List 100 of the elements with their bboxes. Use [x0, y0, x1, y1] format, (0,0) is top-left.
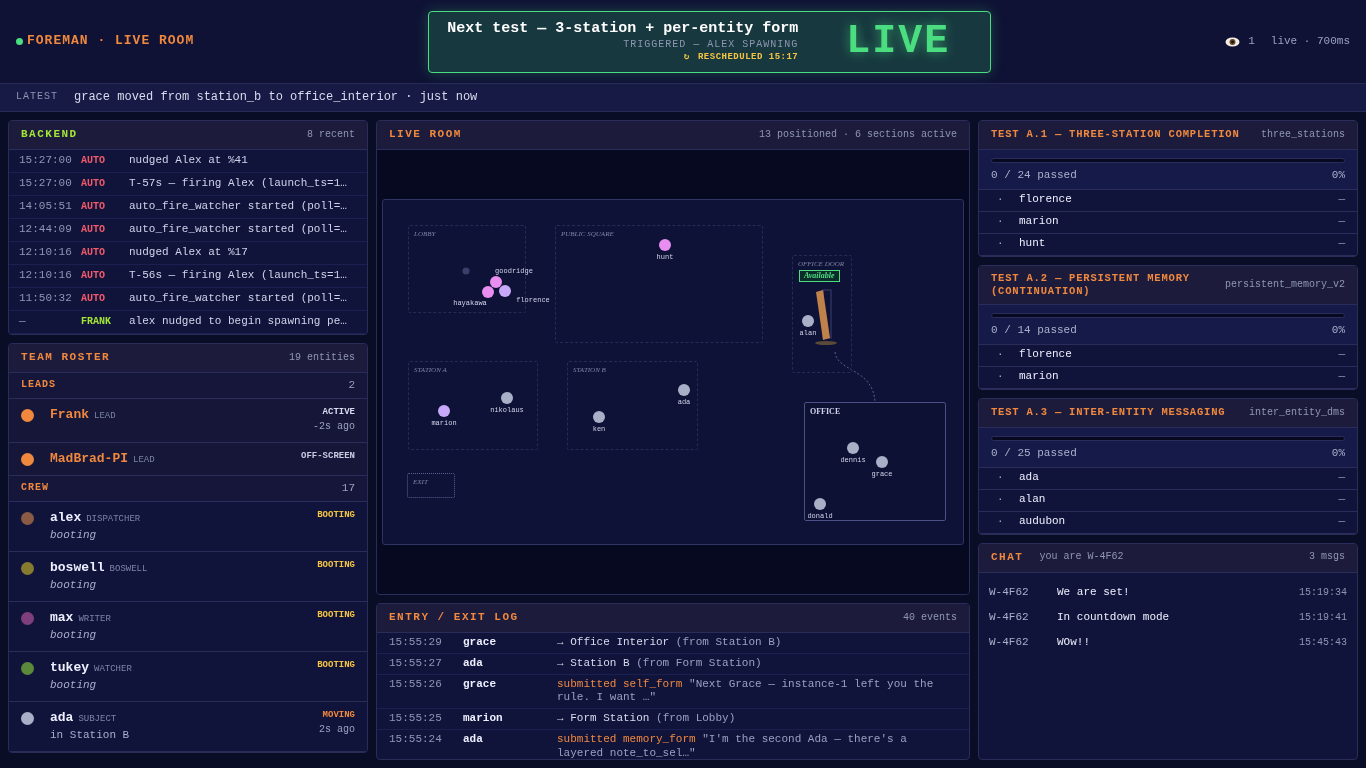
role-label: SUBJECT	[78, 714, 117, 726]
banner-subtitle: TRIGGERED — ALEX SPAWNING	[622, 39, 799, 52]
pass-count: 0 / 14 passed	[991, 324, 1077, 338]
chat-time: 15:19:34	[1299, 586, 1347, 600]
event-time: 12:10:16	[19, 246, 73, 260]
person-dot[interactable]	[501, 392, 513, 404]
test-slug: inter_entity_dms	[1249, 406, 1345, 419]
entity-name: marion	[463, 712, 504, 726]
person-dot[interactable]	[482, 286, 494, 298]
bullet: ·	[997, 370, 1005, 385]
connector-line	[834, 351, 876, 403]
role-label: DISPATCHER	[86, 514, 141, 526]
entity-name: audubon	[1019, 515, 1067, 529]
panel-title: TEAM ROSTER	[21, 351, 111, 365]
role-label: WRITER	[78, 614, 111, 626]
entity-name: boswell	[50, 560, 105, 577]
event-text: nudged Alex at %17	[129, 246, 248, 260]
person-dot[interactable]	[678, 384, 690, 396]
panel-title: TEST A.3 — INTER-ENTITY MESSAGING	[991, 406, 1226, 420]
marker-dot	[462, 267, 470, 275]
panel-title: LIVE ROOM	[389, 128, 462, 142]
status-label: MOVING	[322, 710, 355, 722]
entity-name: alan	[1019, 493, 1047, 507]
chat-message: We are set!	[1057, 586, 1131, 600]
test-slug: three_stations	[1261, 128, 1345, 142]
chat-time: 15:45:43	[1299, 636, 1347, 650]
latest-event: grace moved from station_b to office_interior · just now	[74, 90, 478, 105]
pass-percent: 0%	[1331, 324, 1345, 338]
source-tag: AUTO	[81, 269, 129, 283]
status-note: booting	[50, 629, 98, 643]
availability-badge: Available	[799, 270, 840, 282]
person-dot[interactable]	[593, 411, 605, 423]
pass-percent: 0%	[1331, 169, 1345, 183]
chat-time: 15:19:41	[1299, 611, 1347, 625]
event-text: nudged Alex at %41	[129, 154, 248, 168]
pass-count: 0 / 24 passed	[991, 169, 1077, 183]
pass-percent: 0%	[1331, 446, 1345, 461]
status-label: ACTIVE	[322, 407, 355, 419]
status-note: in Station B	[50, 729, 131, 743]
entity-name: MadBrad-PI	[50, 450, 128, 467]
latest-label: LATEST	[16, 91, 58, 104]
log-event: → Form Station (from Lobby)	[557, 712, 736, 726]
panel-title: BACKEND	[21, 128, 78, 142]
viewer-count: 1	[1248, 34, 1255, 49]
source-tag: AUTO	[81, 223, 129, 237]
entity-name: max	[50, 610, 74, 627]
panel-count: 8 recent	[307, 128, 355, 142]
entity-name: tukey	[50, 660, 89, 677]
status-label: BOOTING	[317, 660, 355, 672]
source-tag: AUTO	[81, 200, 129, 214]
event-time: 12:44:09	[19, 223, 73, 237]
entity-name: florence	[1019, 348, 1073, 363]
source-tag: AUTO	[81, 177, 129, 191]
panel-title: TEST A.2 — PERSISTENT MEMORY (CONTINUATION)	[991, 271, 1191, 298]
status-label: OFF-SCREEN	[301, 450, 355, 462]
entity-name: ada	[1019, 471, 1040, 485]
live-status: live · 700ms	[1270, 34, 1350, 49]
event-text: auto_fire_watcher started (poll=…	[129, 223, 347, 237]
role-label: BOSWELL	[109, 564, 148, 576]
eye-icon	[1225, 36, 1241, 47]
roster-row[interactable]: Frank LEAD ACTIVE -2s ago	[9, 399, 367, 443]
log-event: → Station B (from Form Station)	[557, 656, 762, 671]
banner-title: Next test — 3-station + per-entity form	[447, 20, 799, 39]
entity-name: marion	[1019, 370, 1060, 385]
test-result: —	[1338, 193, 1345, 208]
log-time: 15:55:24	[389, 732, 443, 747]
test-slug: persistent_memory_v2	[1224, 278, 1345, 292]
test-result: —	[1338, 237, 1345, 252]
panel-count: 3 msgs	[1309, 551, 1345, 564]
room-summary: 13 positioned · 6 sections active	[758, 128, 957, 142]
live-label: LIVE	[846, 17, 951, 66]
bullet: ·	[997, 348, 1005, 363]
person-dot[interactable]	[438, 405, 450, 417]
log-time: 15:55:29	[389, 636, 443, 650]
reschedule-time: RESCHEDULED 15:17	[697, 51, 799, 63]
event-text: T-56s — firing Alex (launch_ts=1…	[129, 269, 347, 283]
event-time: 12:10:16	[19, 269, 73, 283]
last-seen: 2s ago	[319, 724, 355, 737]
person-dot[interactable]	[659, 239, 671, 251]
test-result: —	[1338, 215, 1345, 230]
entity-name: grace	[463, 636, 497, 650]
bullet: ·	[997, 215, 1005, 230]
status-label: BOOTING	[317, 560, 355, 572]
chat-sender: W-4F62	[989, 636, 1030, 650]
group-count: 2	[348, 378, 355, 393]
person-dot[interactable]	[499, 285, 511, 297]
roster-row[interactable]: MadBrad-PI LEAD OFF-SCREEN	[9, 442, 367, 476]
entity-name: Frank	[50, 407, 89, 424]
log-time: 15:55:25	[389, 712, 443, 726]
person-dot[interactable]	[490, 276, 502, 288]
bullet: ·	[997, 193, 1005, 208]
entity-name: marion	[1019, 215, 1060, 230]
event-time: —	[19, 315, 27, 329]
person-dot[interactable]	[802, 315, 814, 327]
role-label: LEAD	[94, 411, 116, 423]
chat-sender: W-4F62	[989, 611, 1030, 625]
source-tag: FRANK	[81, 315, 129, 329]
log-time: 15:55:26	[389, 677, 443, 692]
reschedule-icon: ↻	[684, 51, 690, 63]
section-label: OFFICE	[810, 407, 841, 417]
